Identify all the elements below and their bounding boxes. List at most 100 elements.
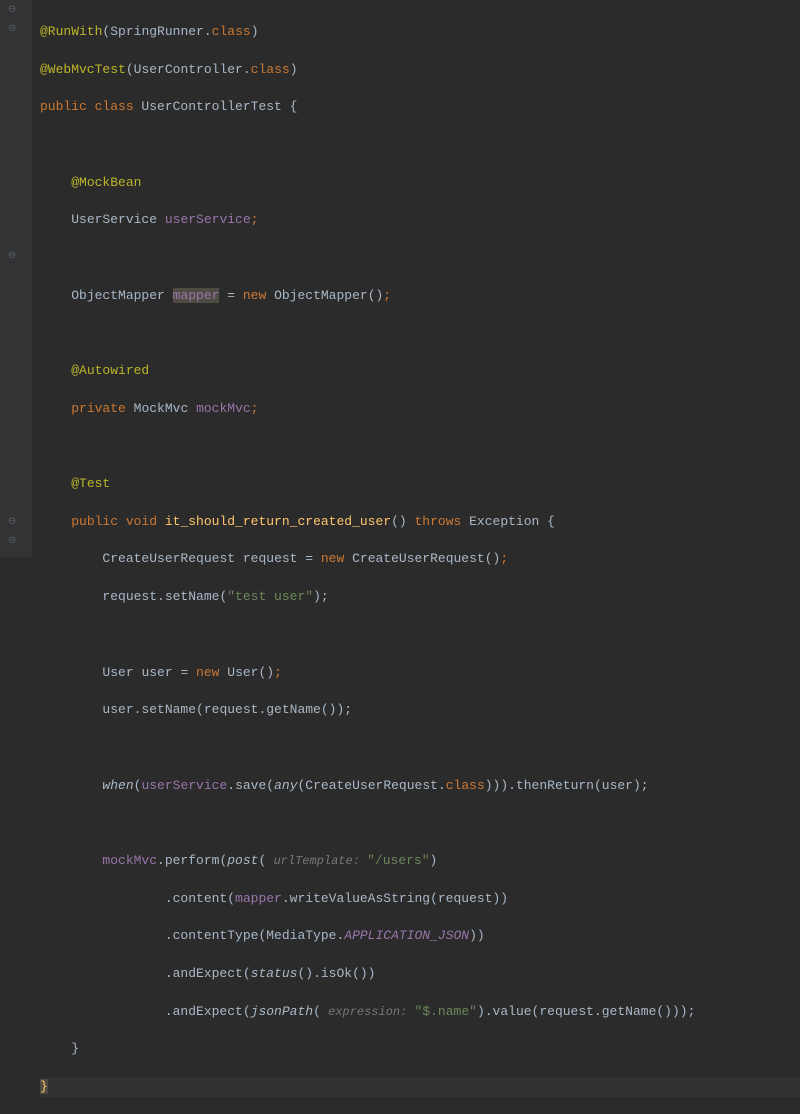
code-line[interactable]: @Autowired xyxy=(40,362,800,381)
annotation-token: @MockBean xyxy=(71,175,141,190)
string-token: "test user" xyxy=(227,589,313,604)
code-line[interactable]: UserService userService; xyxy=(40,211,800,230)
keyword-token: new xyxy=(243,288,274,303)
field-token: mockMvc xyxy=(102,853,157,868)
code-line[interactable]: ObjectMapper mapper = new ObjectMapper()… xyxy=(40,287,800,306)
code-line[interactable]: CreateUserRequest request = new CreateUs… xyxy=(40,550,800,569)
code-line[interactable]: private MockMvc mockMvc; xyxy=(40,400,800,419)
code-line[interactable] xyxy=(40,814,800,833)
semi: ; xyxy=(251,212,259,227)
code-line[interactable]: mockMvc.perform(post( urlTemplate: "/use… xyxy=(40,852,800,871)
brace: } xyxy=(71,1041,79,1056)
punct: .perform( xyxy=(157,853,227,868)
code-line[interactable]: @WebMvcTest(UserController.class) xyxy=(40,61,800,80)
ctor-token: User() xyxy=(227,665,274,680)
exception-token: Exception { xyxy=(469,514,555,529)
code-line[interactable]: .content(mapper.writeValueAsString(reque… xyxy=(40,890,800,909)
gutter-marker[interactable]: ⊖ xyxy=(8,535,16,550)
keyword-token: new xyxy=(196,665,227,680)
gutter-marker[interactable]: ⊖ xyxy=(8,23,16,38)
string-token: "/users" xyxy=(367,853,429,868)
punct: ( xyxy=(134,778,142,793)
string-token: "$.name" xyxy=(415,1004,477,1019)
punct: .save( xyxy=(227,778,274,793)
field-token: mockMvc xyxy=(196,401,251,416)
keyword-token: class xyxy=(446,778,485,793)
code-line[interactable] xyxy=(40,739,800,758)
code-line[interactable]: public void it_should_return_created_use… xyxy=(40,513,800,532)
punct: .andExpect( xyxy=(165,1004,251,1019)
code-line[interactable]: user.setName(request.getName()); xyxy=(40,701,800,720)
static-method-token: post xyxy=(227,853,258,868)
semi: ; xyxy=(274,665,282,680)
code-line[interactable]: .andExpect(status().isOk()) xyxy=(40,965,800,984)
semi: ; xyxy=(383,288,391,303)
ctor-token: CreateUserRequest() xyxy=(352,551,500,566)
code-line[interactable] xyxy=(40,626,800,645)
method-token: it_should_return_created_user xyxy=(165,514,391,529)
keyword-token: throws xyxy=(415,514,470,529)
code-line[interactable] xyxy=(40,437,800,456)
punct: . xyxy=(243,62,251,77)
keyword-token: private xyxy=(71,401,133,416)
brace: } xyxy=(40,1079,48,1094)
punct: ( xyxy=(126,62,134,77)
code-line[interactable]: @RunWith(SpringRunner.class) xyxy=(40,23,800,42)
code-line[interactable]: when(userService.save(any(CreateUserRequ… xyxy=(40,777,800,796)
punct: ) xyxy=(251,24,259,39)
punct: ) xyxy=(430,853,438,868)
type-token: UserService xyxy=(71,212,165,227)
static-field-token: APPLICATION_JSON xyxy=(344,928,469,943)
gutter-marker[interactable]: ⊖ xyxy=(8,4,16,19)
field-token: mapper xyxy=(173,288,220,303)
var-token: user = xyxy=(141,665,196,680)
type-token: ObjectMapper xyxy=(71,288,172,303)
punct: .writeValueAsString(request)) xyxy=(282,891,508,906)
call-token: user.setName(request.getName()); xyxy=(102,702,352,717)
punct: () xyxy=(391,514,414,529)
punct: .content( xyxy=(165,891,235,906)
keyword-token: class xyxy=(251,62,290,77)
punct: )) xyxy=(469,928,485,943)
class-token: UserControllerTest xyxy=(141,99,289,114)
code-line[interactable]: .andExpect(jsonPath( expression: "$.name… xyxy=(40,1003,800,1022)
punct: ) xyxy=(290,62,298,77)
code-line[interactable]: } xyxy=(40,1040,800,1059)
class-token: UserController xyxy=(134,62,243,77)
gutter-marker[interactable]: ⊖ xyxy=(8,516,16,531)
field-token: mapper xyxy=(235,891,282,906)
annotation-token: @RunWith xyxy=(40,24,102,39)
code-line[interactable] xyxy=(40,249,800,268)
code-line[interactable]: request.setName("test user"); xyxy=(40,588,800,607)
type-token: CreateUserRequest xyxy=(102,551,242,566)
code-editor[interactable]: @RunWith(SpringRunner.class) @WebMvcTest… xyxy=(32,0,800,557)
punct: . xyxy=(204,24,212,39)
static-method-token: when xyxy=(102,778,133,793)
code-line[interactable]: @MockBean xyxy=(40,174,800,193)
gutter-marker[interactable]: ⊖ xyxy=(8,250,16,265)
code-line[interactable] xyxy=(40,136,800,155)
annotation-token: @Autowired xyxy=(71,363,149,378)
punct: (CreateUserRequest. xyxy=(298,778,446,793)
var-token: request = xyxy=(243,551,321,566)
code-line[interactable]: User user = new User(); xyxy=(40,664,800,683)
static-method-token: status xyxy=(251,966,298,981)
type-token: MockMvc xyxy=(134,401,196,416)
punct: ))).thenReturn(user); xyxy=(485,778,649,793)
annotation-token: @WebMvcTest xyxy=(40,62,126,77)
punct: ().isOk()) xyxy=(297,966,375,981)
code-line[interactable]: public class UserControllerTest { xyxy=(40,98,800,117)
call-token: request.setName( xyxy=(102,589,227,604)
punct: .andExpect( xyxy=(165,966,251,981)
code-line[interactable]: .contentType(MediaType.APPLICATION_JSON)… xyxy=(40,927,800,946)
field-token: userService xyxy=(141,778,227,793)
semi: ; xyxy=(500,551,508,566)
code-line[interactable]: @Test xyxy=(40,475,800,494)
param-hint-token: urlTemplate: xyxy=(266,854,367,868)
ctor-token: ObjectMapper() xyxy=(274,288,383,303)
code-line[interactable] xyxy=(40,324,800,343)
class-token: SpringRunner xyxy=(110,24,204,39)
annotation-token: @Test xyxy=(71,476,110,491)
punct: ( xyxy=(258,853,266,868)
code-line[interactable]: } xyxy=(40,1078,800,1097)
